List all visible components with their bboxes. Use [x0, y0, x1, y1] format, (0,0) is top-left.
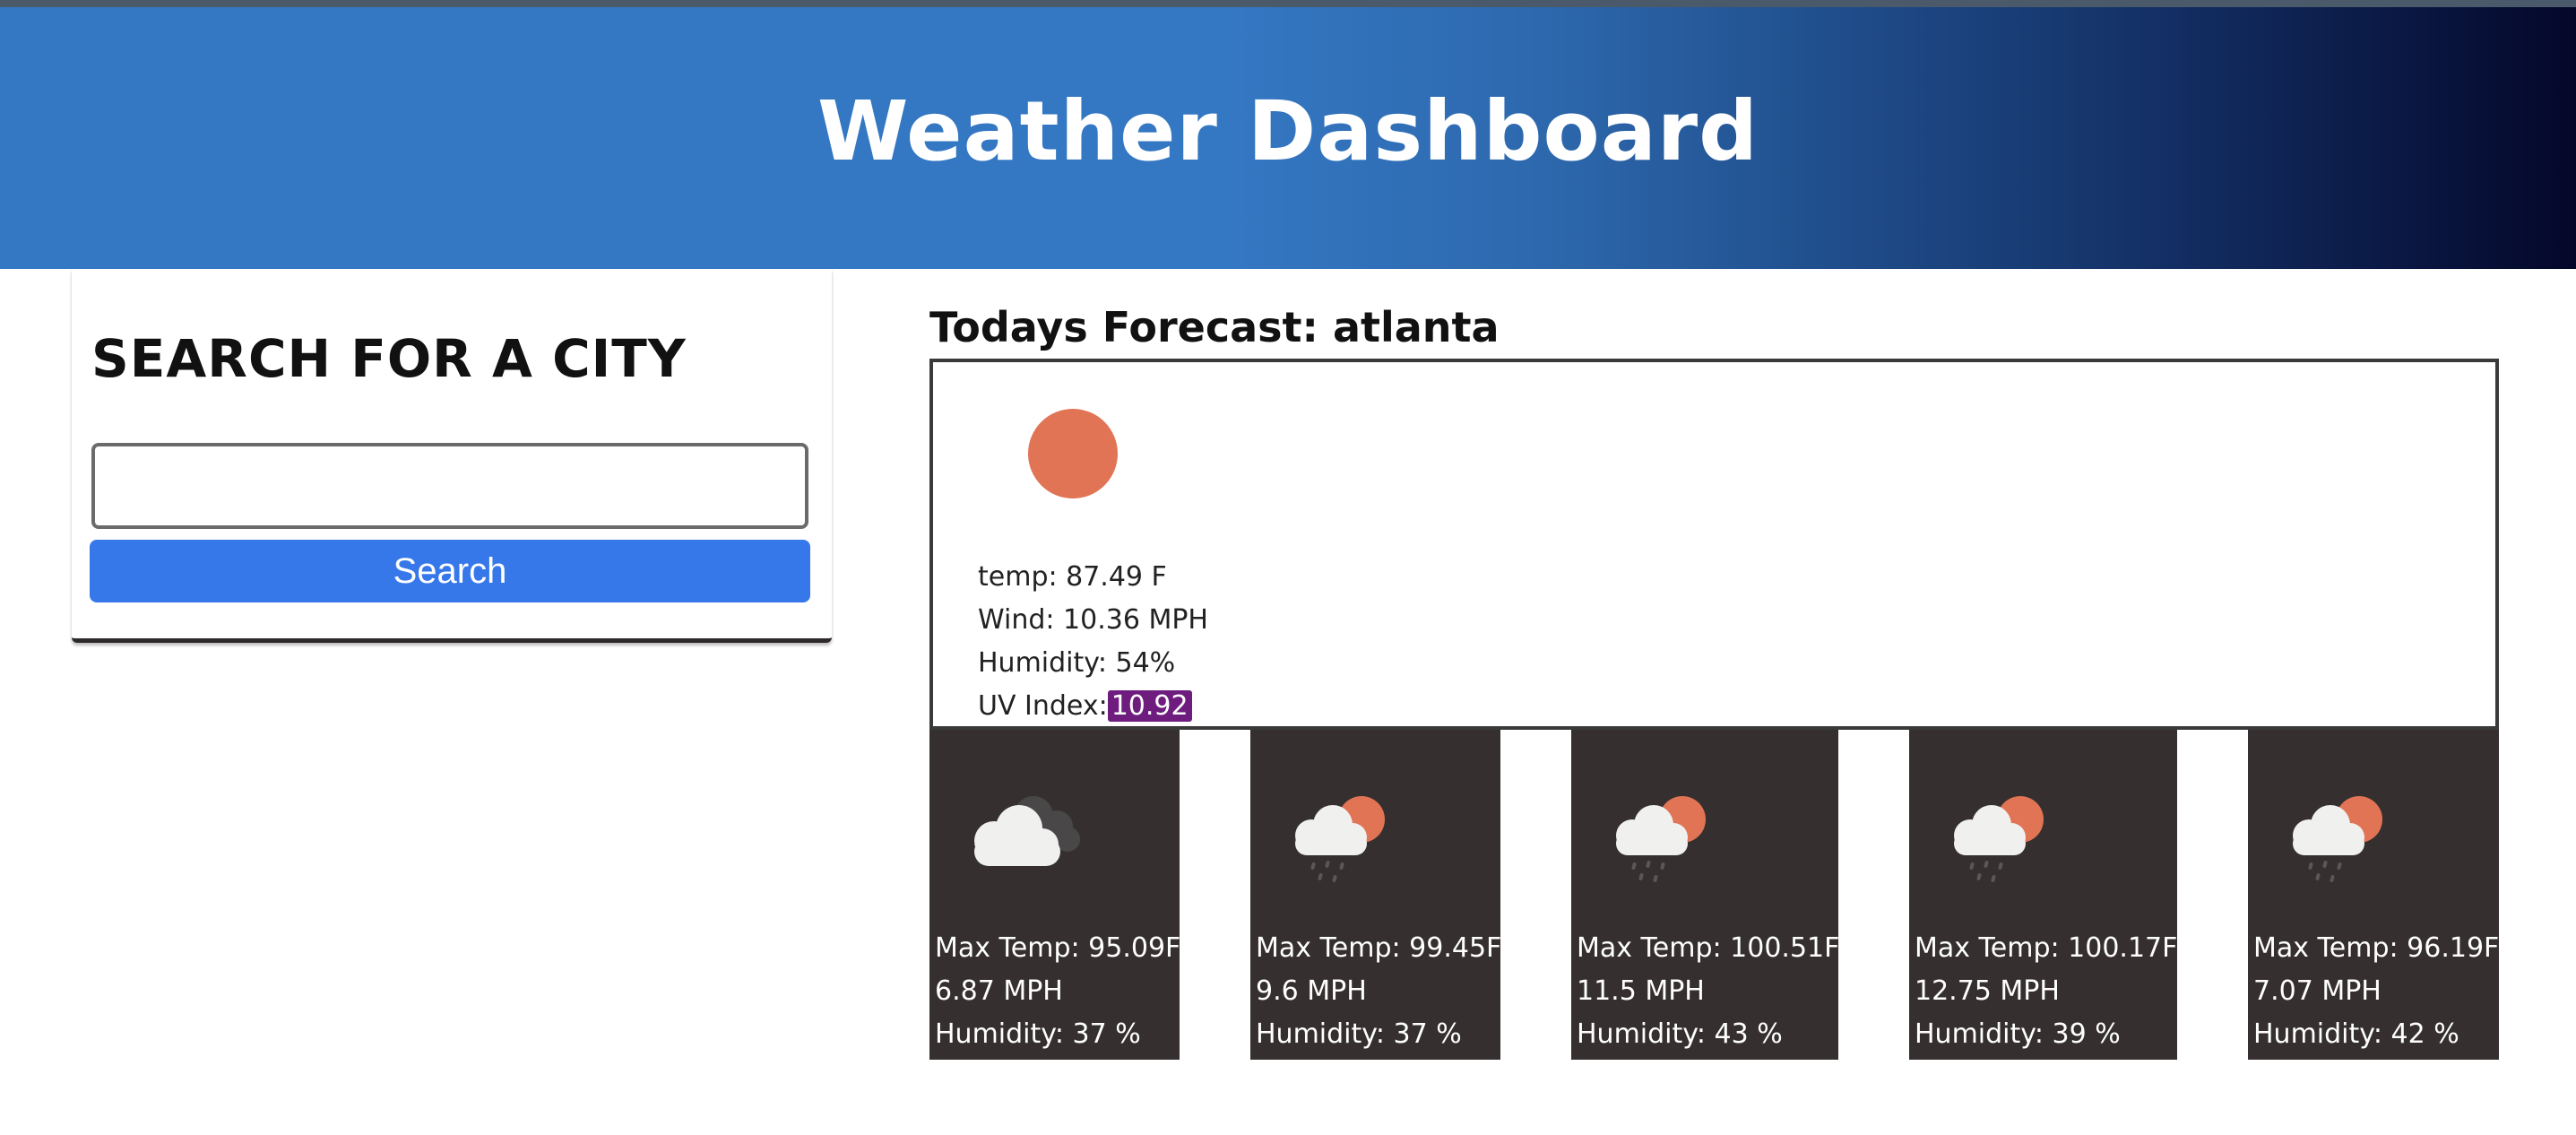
- today-details: temp: 87.49 F Wind: 10.36 MPH Humidity: …: [978, 556, 1208, 728]
- forecast-wind: 12.75 MPH: [1915, 975, 2060, 1007]
- forecast-day-details: Max Temp: 95.09F 6.87 MPH Humidity: 37 %: [935, 927, 1180, 1056]
- today-humidity: Humidity: 54%: [978, 647, 1176, 679]
- page-header: Weather Dashboard: [0, 7, 2576, 269]
- city-search-input[interactable]: [91, 443, 808, 529]
- forecast-max-temp: Max Temp: 96.19F: [2253, 932, 2500, 964]
- search-heading: SEARCH FOR A CITY: [91, 328, 687, 389]
- forecast-humidity: Humidity: 39 %: [1915, 1018, 2121, 1050]
- forecast-day-details: Max Temp: 100.17F 12.75 MPH Humidity: 39…: [1915, 927, 2177, 1056]
- sun-rain-cloud-icon: [1295, 796, 1385, 882]
- forecast-wind: 9.6 MPH: [1256, 975, 1367, 1007]
- forecast-humidity: Humidity: 37 %: [935, 1018, 1141, 1050]
- forecast-day-card: Max Temp: 96.19F 7.07 MPH Humidity: 42 %: [2248, 730, 2499, 1060]
- forecast-day-details: Max Temp: 96.19F 7.07 MPH Humidity: 42 %: [2253, 927, 2499, 1056]
- forecast-day-card: Max Temp: 99.45F 9.6 MPH Humidity: 37 %: [1250, 730, 1501, 1060]
- forecast-max-temp: Max Temp: 100.17F: [1915, 932, 2178, 964]
- forecast-humidity: Humidity: 42 %: [2253, 1018, 2459, 1050]
- forecast-day-card: Max Temp: 95.09F 6.87 MPH Humidity: 37 %: [929, 730, 1180, 1060]
- forecast-wind: 11.5 MPH: [1577, 975, 1705, 1007]
- forecast-wind: 7.07 MPH: [2253, 975, 2382, 1007]
- page-title: Weather Dashboard: [817, 82, 1759, 179]
- today-forecast-heading: Todays Forecast: atlanta: [929, 303, 1500, 351]
- today-temp: temp: 87.49 F: [978, 561, 1167, 593]
- forecast-max-temp: Max Temp: 100.51F: [1577, 932, 1840, 964]
- search-panel: SEARCH FOR A CITY Search: [72, 269, 832, 643]
- uv-index-badge: 10.92: [1107, 690, 1192, 722]
- forecast-humidity: Humidity: 37 %: [1256, 1018, 1462, 1050]
- today-uv-label: UV Index:: [978, 690, 1108, 722]
- forecast-day-card: Max Temp: 100.17F 12.75 MPH Humidity: 39…: [1909, 730, 2177, 1060]
- sun-rain-cloud-icon: [1954, 796, 2044, 882]
- forecast-day-details: Max Temp: 100.51F 11.5 MPH Humidity: 43 …: [1577, 927, 1839, 1056]
- today-forecast-card: temp: 87.49 F Wind: 10.36 MPH Humidity: …: [929, 359, 2499, 730]
- forecast-humidity: Humidity: 43 %: [1577, 1018, 1783, 1050]
- sun-rain-cloud-icon: [1616, 796, 1706, 882]
- today-wind: Wind: 10.36 MPH: [978, 604, 1208, 636]
- window-top-border: [0, 0, 2576, 7]
- sun-rain-cloud-icon: [2293, 796, 2382, 882]
- forecast-wind: 6.87 MPH: [935, 975, 1063, 1007]
- forecast-day-card: Max Temp: 100.51F 11.5 MPH Humidity: 43 …: [1571, 730, 1839, 1060]
- search-button[interactable]: Search: [90, 540, 810, 602]
- forecast-max-temp: Max Temp: 99.45F: [1256, 932, 1502, 964]
- forecast-day-details: Max Temp: 99.45F 9.6 MPH Humidity: 37 %: [1256, 927, 1501, 1056]
- forecast-max-temp: Max Temp: 95.09F: [935, 932, 1181, 964]
- sun-icon: [1028, 409, 1118, 498]
- today-uv-row: UV Index: 10.92: [978, 685, 1208, 728]
- cloudy-icon: [974, 796, 1080, 866]
